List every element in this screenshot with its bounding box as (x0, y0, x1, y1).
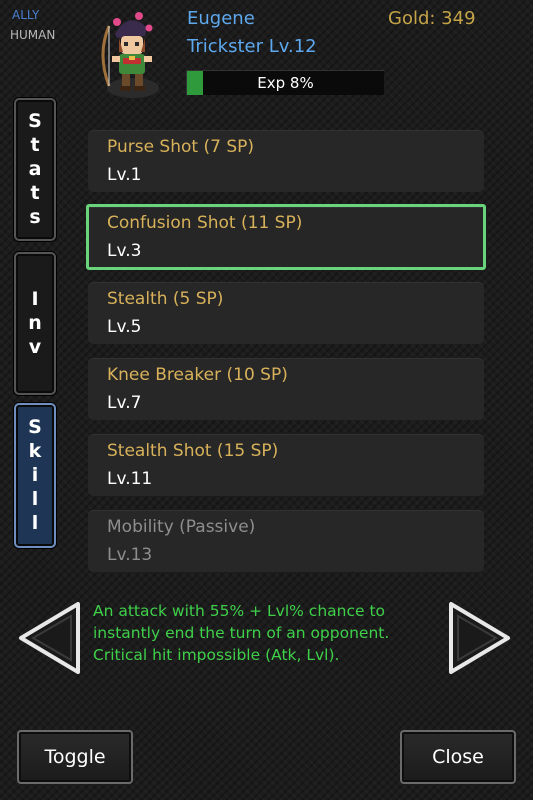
skill-name: Purse Shot (7 SP) (107, 137, 254, 157)
tab-letter: n (28, 312, 42, 334)
skill-name: Stealth Shot (15 SP) (107, 441, 279, 461)
tab-letter: l (31, 488, 39, 510)
exp-bar: Exp 8% (186, 70, 384, 95)
next-arrow-button[interactable] (447, 600, 513, 676)
skill-level: Lv.5 (107, 317, 142, 337)
tab-inv[interactable]: Inv (14, 252, 56, 395)
gold-amount: Gold: 349 (388, 8, 476, 29)
skill-name: Knee Breaker (10 SP) (107, 365, 288, 385)
tab-letter: t (30, 134, 40, 156)
skill-item-stealth-shot[interactable]: Stealth Shot (15 SP) Lv.11 (88, 434, 484, 496)
faction-label: ALLY (12, 8, 40, 22)
tab-letter: S (28, 110, 42, 132)
skill-level: Lv.13 (107, 545, 153, 565)
skill-item-knee-breaker[interactable]: Knee Breaker (10 SP) Lv.7 (88, 358, 484, 420)
previous-arrow-button[interactable] (16, 600, 82, 676)
tab-inv-label: Inv (28, 289, 42, 358)
skill-level: Lv.1 (107, 165, 142, 185)
tab-stats[interactable]: Stats (14, 98, 56, 241)
tab-stats-label: Stats (28, 111, 42, 228)
tab-letter: t (30, 182, 40, 204)
exp-text: Exp 8% (257, 74, 314, 92)
character-avatar (95, 8, 165, 100)
skill-level: Lv.3 (107, 241, 142, 261)
arrow-right-icon (449, 602, 510, 674)
tab-letter: a (28, 158, 42, 180)
toggle-button[interactable]: Toggle (17, 730, 133, 784)
description-line: Critical hit impossible (Atk, Lvl). (93, 646, 340, 664)
description-line: An attack with 55% + Lvl% chance to (93, 602, 386, 620)
race-label: HUMAN (10, 28, 56, 42)
skill-level: Lv.11 (107, 469, 153, 489)
skill-item-confusion-shot[interactable]: Confusion Shot (11 SP) Lv.3 (86, 204, 486, 270)
tab-letter: S (28, 416, 42, 438)
tab-letter: k (28, 440, 42, 462)
skill-item-stealth[interactable]: Stealth (5 SP) Lv.5 (88, 282, 484, 344)
skill-name: Confusion Shot (11 SP) (107, 213, 303, 233)
tab-letter: s (29, 206, 41, 228)
skill-item-mobility[interactable]: Mobility (Passive) Lv.13 (88, 510, 484, 572)
tab-skill[interactable]: Skill (14, 403, 56, 548)
tab-letter: v (28, 336, 42, 358)
tab-letter: l (31, 512, 39, 534)
arrow-left-icon (19, 602, 80, 674)
character-name: Eugene (187, 8, 255, 29)
skill-name: Mobility (Passive) (107, 517, 256, 537)
skill-level: Lv.7 (107, 393, 142, 413)
tab-skill-label: Skill (28, 417, 42, 534)
skill-name: Stealth (5 SP) (107, 289, 224, 309)
description-line: instantly end the turn of an opponent. (93, 624, 390, 642)
close-button[interactable]: Close (400, 730, 516, 784)
skill-item-purse-shot[interactable]: Purse Shot (7 SP) Lv.1 (88, 130, 484, 192)
tab-letter: I (31, 288, 39, 310)
tab-letter: i (31, 464, 39, 486)
character-class-level: Trickster Lv.12 (187, 36, 317, 57)
skill-description: An attack with 55% + Lvl% chance to inst… (93, 600, 443, 666)
